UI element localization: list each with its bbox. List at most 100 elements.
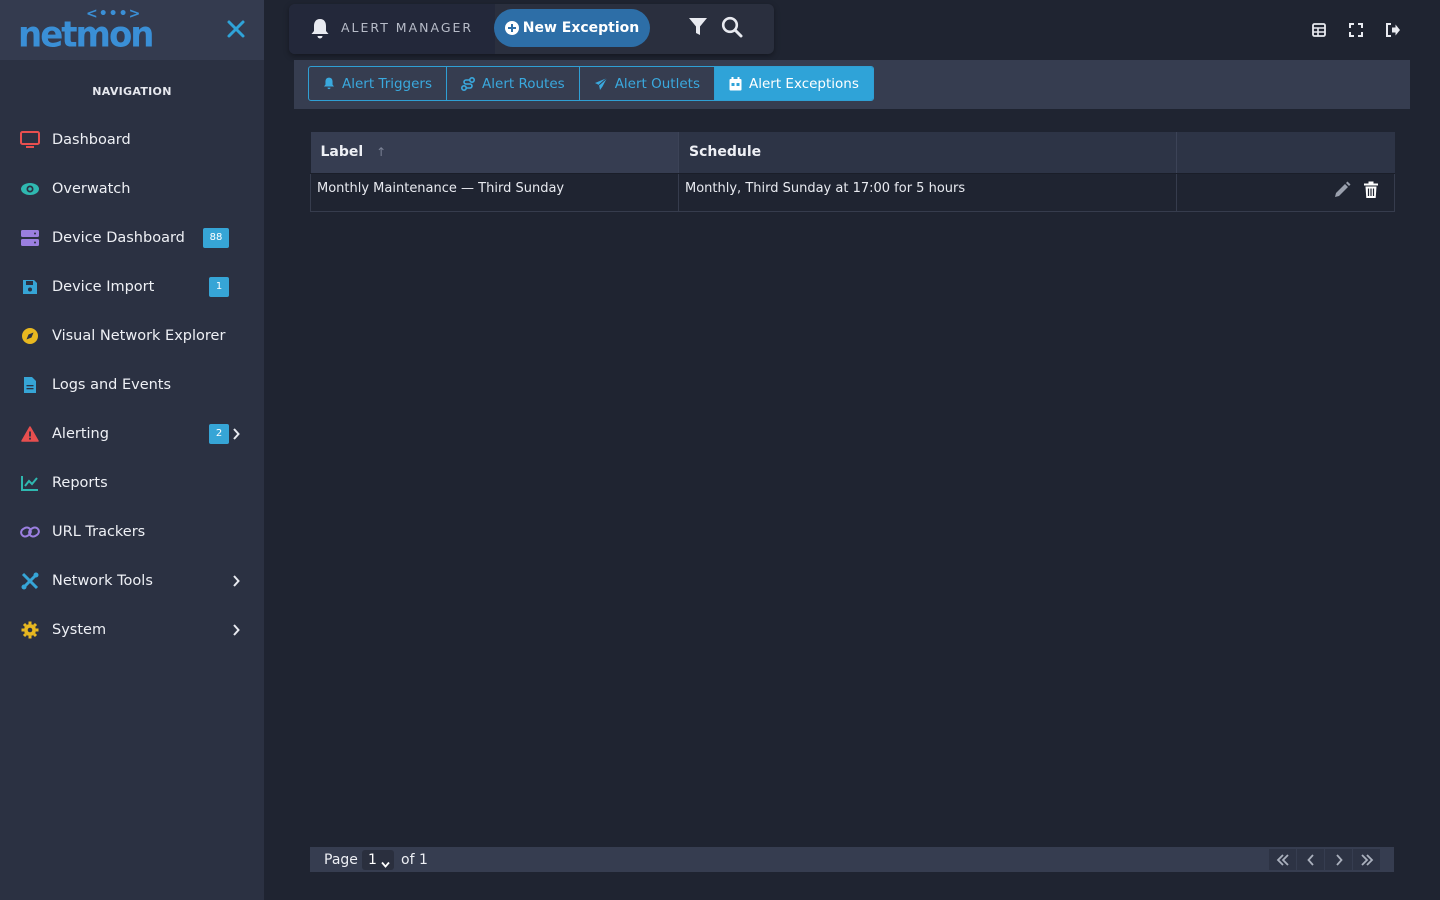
warning-icon [20,424,40,444]
compass-icon [20,326,40,346]
toolbar-title-area: ALERT MANAGER [289,4,495,54]
pager-buttons [1268,849,1380,870]
header-actions [1311,22,1422,38]
sidebar-item-label: Alerting [52,425,109,442]
chevron-right-icon [1335,853,1343,866]
new-exception-label: New Exception [522,20,640,36]
previous-page-button[interactable] [1297,849,1324,870]
gear-icon [20,620,40,640]
sidebar-item-visual-network-explorer[interactable]: Visual Network Explorer [0,311,264,360]
sidebar-item-dashboard[interactable]: Dashboard [0,115,264,164]
count-badge: 2 [209,423,229,444]
sidebar-item-system[interactable]: System [0,605,264,654]
sidebar-item-label: Visual Network Explorer [52,327,226,344]
tab-label: Alert Triggers [342,75,433,92]
sidebar: <•••> netmon NAVIGATION Dashboard Overwa… [0,0,264,900]
tab-alert-triggers[interactable]: Alert Triggers [309,67,448,100]
first-page-button[interactable] [1269,849,1296,870]
column-header-actions [1176,132,1395,174]
sidebar-item-device-dashboard[interactable]: Device Dashboard 88 [0,213,264,262]
table-row[interactable]: Monthly Maintenance — Third Sunday Month… [310,173,1395,212]
chevron-right-icon [230,623,242,637]
sidebar-item-overwatch[interactable]: Overwatch [0,164,264,213]
count-badge: 88 [203,227,229,248]
column-header-label[interactable]: Label ↑ [310,132,679,174]
count-badge: 1 [209,276,229,297]
close-icon [227,20,245,38]
bell-icon [310,18,330,40]
next-page-button[interactable] [1325,849,1352,870]
eye-icon [20,179,40,199]
logo-text: netmon [18,14,155,57]
netmon-logo[interactable]: <•••> netmon [18,6,155,56]
column-header-text: Schedule [689,144,762,161]
calendar-icon [729,76,742,90]
tab-alert-exceptions[interactable]: Alert Exceptions [714,67,873,100]
sidebar-item-label: URL Trackers [52,523,146,540]
navigation-heading: NAVIGATION [92,85,172,98]
filter-icon[interactable] [688,17,708,39]
column-header-text: Label [320,144,364,161]
chevron-down-icon [381,855,390,868]
plus-circle-icon [504,21,519,35]
sidebar-item-device-import[interactable]: Device Import 1 [0,262,264,311]
sidebar-item-label: Device Import [52,278,155,295]
cell-schedule: Monthly, Third Sunday at 17:00 for 5 hou… [678,173,1177,212]
row-actions [1321,181,1381,199]
tab-alert-outlets[interactable]: Alert Outlets [580,67,715,100]
page-label: Page [324,852,358,868]
sidebar-item-label: Logs and Events [52,376,172,393]
sidebar-item-label: Dashboard [52,131,131,148]
sidebar-item-label: Reports [52,474,108,491]
link-icon [20,522,40,542]
sidebar-item-alerting[interactable]: Alerting 2 [0,409,264,458]
cell-label: Monthly Maintenance — Third Sunday [310,173,679,212]
sidebar-item-label: Device Dashboard [52,229,185,246]
tabs-bar: Alert Triggers Alert Routes Alert Outlet… [294,60,1410,109]
tab-label: Alert Exceptions [748,75,859,92]
last-page-button[interactable] [1353,849,1380,870]
tab-alert-routes[interactable]: Alert Routes [447,67,580,100]
page-select-value: 1 [368,852,377,868]
alert-tabs: Alert Triggers Alert Routes Alert Outlet… [308,66,874,101]
sidebar-item-label: System [52,621,107,638]
chart-line-icon [20,473,40,493]
close-sidebar-button[interactable] [223,16,249,42]
sidebar-item-logs-and-events[interactable]: Logs and Events [0,360,264,409]
exceptions-table: Label ↑ Schedule Monthly Maintenance — T… [310,132,1395,212]
sidebar-item-url-trackers[interactable]: URL Trackers [0,507,264,556]
edit-icon[interactable] [1333,181,1351,199]
column-header-schedule[interactable]: Schedule [678,132,1177,174]
logout-icon[interactable] [1385,22,1401,38]
new-exception-button[interactable]: New Exception [494,9,650,47]
monitor-icon [20,130,40,150]
sidebar-item-label: Network Tools [52,572,153,589]
search-icon[interactable] [721,16,743,38]
double-chevron-right-icon [1360,853,1373,866]
page-toolbar: ALERT MANAGER New Exception [289,4,774,54]
cell-actions [1176,173,1395,212]
chevron-right-icon [230,574,242,588]
double-chevron-left-icon [1276,853,1289,866]
sort-ascending-icon: ↑ [376,145,387,160]
table-view-icon[interactable] [1311,22,1327,38]
page-select[interactable]: 1 [362,850,394,870]
sidebar-item-network-tools[interactable]: Network Tools [0,556,264,605]
paper-plane-icon [594,77,608,90]
table-header-row: Label ↑ Schedule [310,132,1395,174]
page-total: of 1 [401,852,428,868]
server-icon [20,228,40,248]
sidebar-item-label: Overwatch [52,180,131,197]
tab-label: Alert Routes [482,75,565,92]
sidebar-item-reports[interactable]: Reports [0,458,264,507]
tools-icon [20,571,40,591]
pagination-bar: Page 1 of 1 [310,847,1394,872]
chevron-left-icon [1306,853,1314,866]
chevron-right-icon [230,427,242,441]
tab-label: Alert Outlets [614,75,700,92]
fullscreen-icon[interactable] [1348,22,1364,38]
page-title: ALERT MANAGER [341,20,474,35]
bell-icon [323,77,335,90]
sidebar-header: <•••> netmon [0,0,264,60]
delete-icon[interactable] [1363,181,1381,199]
